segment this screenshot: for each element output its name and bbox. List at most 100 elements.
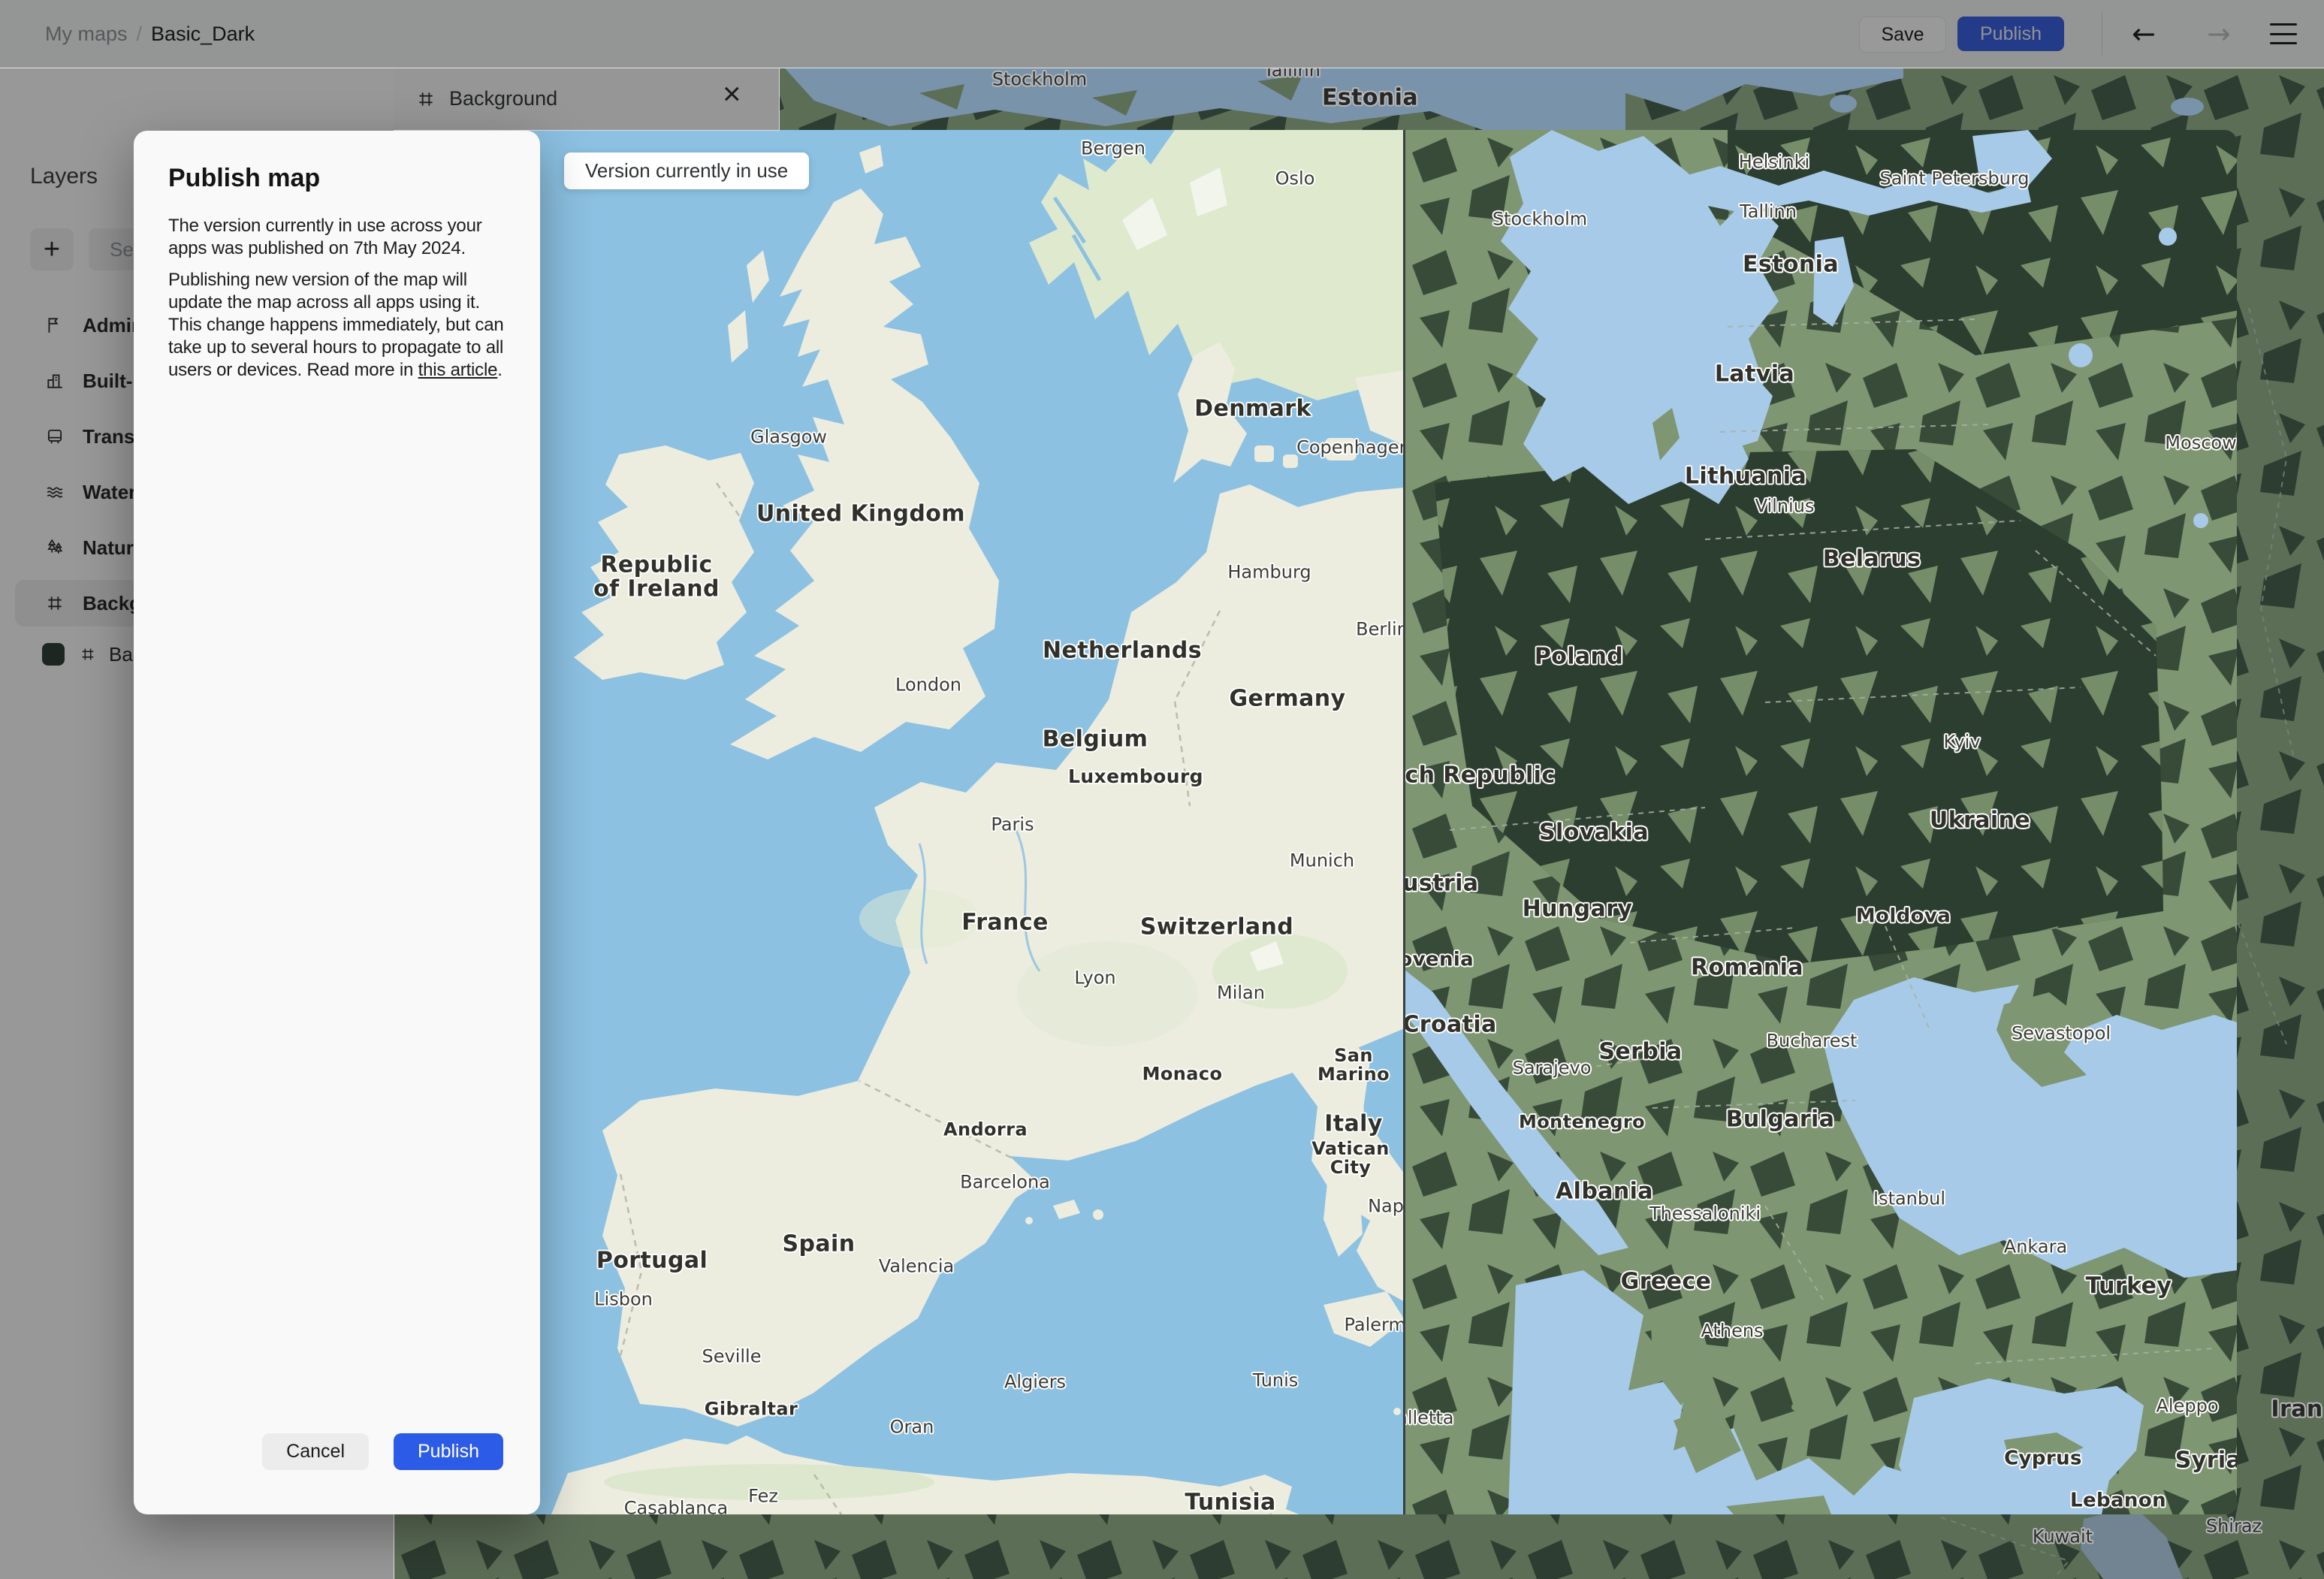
map-label: Spain (782, 1230, 856, 1257)
map-label: London (895, 674, 961, 696)
publish-map-dialog: Publish map The version currently in use… (134, 131, 540, 1514)
map-label: Tallinn (1263, 68, 1320, 81)
frame-icon (80, 646, 97, 663)
map-label: Helsinki (1738, 151, 1810, 173)
map-label: Sevastopol (2011, 1022, 2111, 1044)
map-label: Monaco (1142, 1063, 1223, 1085)
map-label: Milan (1217, 982, 1265, 1004)
version-current-badge: Version currently in use (564, 152, 810, 189)
background-panel-title: Background (449, 87, 558, 110)
map-label: Serbia (1598, 1038, 1683, 1065)
map-label: Stockholm (1492, 208, 1588, 230)
breadcrumb: My maps / Basic_Dark (45, 0, 255, 68)
map-label: Vilnius (1755, 495, 1815, 517)
map-label: Belgium (1042, 726, 1148, 753)
breadcrumb-separator: / (136, 22, 143, 45)
map-label: Barcelona (960, 1171, 1050, 1193)
map-label: Tunisia (1185, 1489, 1276, 1514)
map-label: Casablanca (623, 1497, 729, 1514)
map-label: Greece (1620, 1268, 1712, 1295)
top-bar: My maps / Basic_Dark Save Publish ← → (0, 0, 2324, 68)
map-label: Moldova (1855, 904, 1951, 928)
add-layer-button[interactable]: + (30, 228, 74, 270)
map-label: San Marino (1317, 1044, 1390, 1085)
redo-forward-arrow-icon[interactable]: → (2207, 0, 2231, 68)
map-label: Estonia (1743, 251, 1839, 278)
map-label: Lebanon (2069, 1489, 2167, 1512)
map-label: Berlin (1356, 618, 1405, 640)
map-label: Cyprus (2004, 1447, 2082, 1470)
light-map-labels: Bergen Oslo Glasgow Copenhagen Hamburg Berlin… (394, 130, 1405, 1514)
building-icon (45, 371, 65, 391)
map-version-current[interactable]: Bergen Oslo Glasgow Copenhagen Hamburg Berlin… (394, 130, 1405, 1514)
map-label: Slovenia (1405, 948, 1474, 971)
map-label: Bergen (1081, 137, 1145, 159)
map-label: Denmark (1194, 395, 1311, 422)
map-label: Kyiv (1943, 731, 1981, 753)
map-label: Naples (1368, 1195, 1405, 1217)
dialog-title: Publish map (168, 164, 321, 192)
map-label: Moscow (2165, 432, 2237, 454)
map-label: Aleppo (2156, 1395, 2219, 1417)
map-label: Netherlands (1043, 637, 1202, 664)
bus-icon (45, 427, 65, 446)
waves-icon (45, 482, 65, 502)
map-label: Austria (1405, 870, 1479, 897)
dialog-paragraph-1: The version currently in use across your… (168, 216, 482, 258)
map-label: Estonia (1322, 84, 1418, 111)
article-link[interactable]: this article (418, 360, 498, 380)
save-button[interactable]: Save (1859, 17, 1946, 53)
map-label: Switzerland (1139, 913, 1294, 940)
cancel-button[interactable]: Cancel (262, 1433, 369, 1470)
breadcrumb-map-name: Basic_Dark (151, 22, 255, 45)
map-label: Slovakia (1539, 819, 1649, 846)
map-label: Ankara (2003, 1236, 2068, 1257)
breadcrumb-my-maps[interactable]: My maps (45, 23, 128, 46)
map-label: France (961, 909, 1049, 936)
map-label: Italy (1324, 1110, 1383, 1137)
map-label: Hungary (1522, 895, 1633, 922)
publish-button[interactable]: Publish (1957, 17, 2064, 51)
frame-icon (416, 89, 436, 109)
map-label: Republic of Ireland (593, 551, 720, 602)
tree-icon (45, 538, 65, 557)
map-label: Lyon (1074, 967, 1116, 989)
map-label: Lisbon (594, 1288, 653, 1310)
map-label: Vatican City (1311, 1137, 1390, 1178)
map-label: Istanbul (1873, 1188, 1946, 1209)
map-label: United Kingdom (756, 500, 965, 527)
background-panel-header: Background × (394, 68, 780, 131)
dark-map-labels: Helsinki Saint Petersburg Stockholm Tallinn… (1405, 130, 2237, 1514)
dialog-paragraph-2: Publishing new version of the map will u… (168, 269, 515, 382)
app-window: Stockholm Tallinn Estonia Kuwait Shiraz Iran (0, 0, 2324, 1579)
background-close-icon[interactable]: × (723, 78, 741, 110)
map-label: Kuwait (2032, 1526, 2093, 1547)
layer-color-swatch[interactable] (42, 643, 65, 666)
map-label: Iran (2271, 1396, 2323, 1423)
map-label: Tunis (1252, 1369, 1299, 1391)
frame-icon (45, 593, 65, 613)
map-label: Poland (1534, 643, 1624, 670)
map-label: Ukraine (1929, 807, 2031, 834)
map-label: Andorra (943, 1119, 1028, 1140)
map-version-published[interactable]: Helsinki Saint Petersburg Stockholm Tallinn… (1405, 130, 2237, 1514)
map-label: Shiraz (2205, 1515, 2262, 1537)
map-label: Stockholm (991, 68, 1088, 90)
map-label: Palermo (1344, 1314, 1405, 1336)
map-label: Seville (702, 1345, 762, 1367)
map-label: Valletta (1405, 1407, 1454, 1429)
flag-icon (45, 315, 65, 335)
undo-back-arrow-icon[interactable]: ← (2132, 0, 2156, 68)
menu-hamburger-icon[interactable] (2270, 23, 2297, 44)
map-label: Bulgaria (1725, 1106, 1835, 1133)
map-label: Syria (2175, 1447, 2237, 1474)
version-divider-line[interactable] (1403, 130, 1405, 1514)
dialog-publish-button[interactable]: Publish (394, 1433, 503, 1470)
map-label: Montenegro (1518, 1111, 1646, 1133)
map-label: Latvia (1714, 361, 1795, 388)
map-label: Turkey (2085, 1273, 2172, 1300)
map-label: Oran (889, 1416, 934, 1438)
map-label: Saint Petersburg (1879, 168, 2030, 189)
map-label: Hamburg (1227, 561, 1311, 583)
map-label: Oslo (1275, 168, 1315, 189)
